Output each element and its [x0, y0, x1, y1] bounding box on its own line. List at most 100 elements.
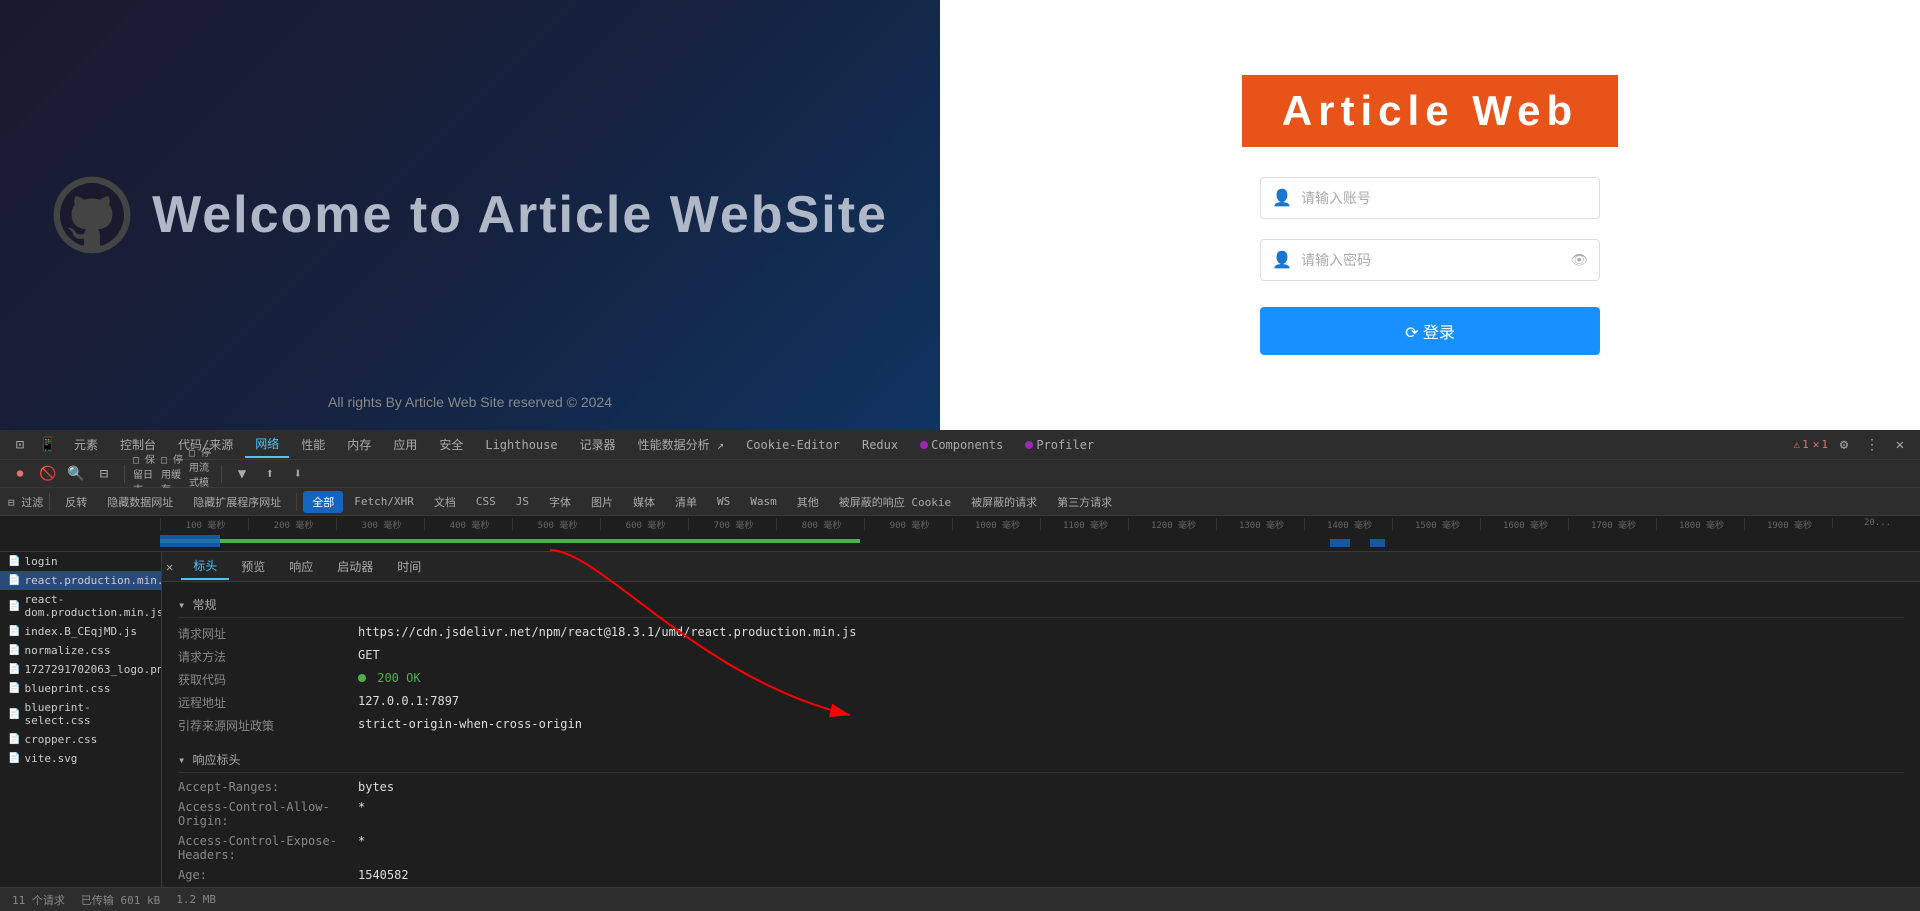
filter-font-btn[interactable]: 字体 — [540, 491, 580, 513]
filter-manifest-btn[interactable]: 清单 — [666, 491, 706, 513]
filter-hide-ext-btn[interactable]: 隐藏扩展程序网址 — [184, 491, 290, 513]
file-item-normalize[interactable]: 📄 normalize.css — [0, 641, 161, 660]
separator2 — [221, 465, 222, 483]
referrer-label: 引荐来源网址政策 — [178, 717, 358, 734]
detail-tab-timing[interactable]: 时间 — [385, 554, 433, 579]
tab-performance[interactable]: 性能 — [291, 432, 335, 457]
tab-network[interactable]: 网络 — [245, 431, 289, 458]
timeline-label-600: 600 毫秒 — [600, 518, 688, 531]
age-value: 1540582 — [358, 868, 1904, 882]
filter-reverse-btn[interactable]: 反转 — [56, 491, 96, 513]
eye-toggle-icon[interactable]: 👁 — [1570, 252, 1588, 269]
login-button[interactable]: ⟳ 登录 — [1260, 307, 1600, 355]
aceh-value: * — [358, 834, 1904, 862]
file-item-react[interactable]: 📄 react.production.min.js — [0, 571, 161, 590]
error-badge: ✕ 1 — [1813, 438, 1828, 451]
doc-icon: 📄 — [8, 575, 20, 586]
filter-toggle-btn[interactable]: ⊟ — [92, 462, 116, 486]
status-bar: 11 个请求 已传输 601 kB 1.2 MB — [0, 887, 1920, 911]
clear-btn[interactable]: 🚫 — [36, 462, 60, 486]
filter-third-party-btn[interactable]: 第三方请求 — [1048, 491, 1121, 513]
inspect-icon[interactable]: ⊡ — [8, 433, 32, 457]
filter-media-btn[interactable]: 媒体 — [624, 491, 664, 513]
detail-tabs: ✕ 标头 预览 响应 启动器 时间 — [162, 552, 1920, 582]
throttle-down-icon[interactable]: ▼ — [230, 462, 254, 486]
filter-blocked-cookie-btn[interactable]: 被屏蔽的响应 Cookie — [830, 491, 960, 513]
request-url-row: 请求网址 https://cdn.jsdelivr.net/npm/react@… — [178, 622, 1904, 645]
timeline-label-1600: 1600 毫秒 — [1480, 518, 1568, 531]
device-icon[interactable]: 📱 — [36, 433, 60, 457]
tab-components[interactable]: Components — [910, 434, 1013, 456]
filter-toolbar: ⊟ 过滤 反转 隐藏数据网址 隐藏扩展程序网址 全部 Fetch/XHR 文档 … — [0, 488, 1920, 516]
tab-recorder[interactable]: 记录器 — [570, 432, 626, 457]
filter-hide-data-btn[interactable]: 隐藏数据网址 — [98, 491, 182, 513]
file-name: blueprint.css — [24, 682, 110, 695]
file-item-logo[interactable]: 📄 1727291702063_logo.png — [0, 660, 161, 679]
welcome-text: Welcome to Article WebSite — [152, 185, 888, 245]
file-name: react.production.min.js — [24, 574, 162, 587]
timeline-label-800: 800 毫秒 — [776, 518, 864, 531]
request-method-row: 请求方法 GET — [178, 645, 1904, 668]
file-item-index[interactable]: 📄 index.B_CEqjMD.js — [0, 622, 161, 641]
doc-icon: 📄 — [8, 709, 20, 720]
file-name: cropper.css — [24, 733, 97, 746]
request-method-label: 请求方法 — [178, 648, 358, 665]
general-section-header: ▾ 常规 — [178, 590, 1904, 618]
search-network-btn[interactable]: 🔍 — [64, 462, 88, 486]
detail-content: ▾ 常规 请求网址 https://cdn.jsdelivr.net/npm/r… — [162, 582, 1920, 887]
filter-doc-btn[interactable]: 文档 — [425, 491, 465, 513]
age-row: Age: 1540582 — [178, 865, 1904, 885]
file-item-blueprint[interactable]: 📄 blueprint.css — [0, 679, 161, 698]
filter-other-btn[interactable]: 其他 — [788, 491, 828, 513]
accept-ranges-row: Accept-Ranges: bytes — [178, 777, 1904, 797]
disable-stream-btn[interactable]: □ 停用流式模式 — [189, 462, 213, 486]
tab-redux[interactable]: Redux — [852, 434, 908, 456]
filter-js-btn[interactable]: JS — [507, 492, 538, 511]
remote-addr-value: 127.0.0.1:7897 — [358, 694, 1904, 711]
tab-lighthouse[interactable]: Lighthouse — [475, 434, 567, 456]
detail-tab-response[interactable]: 响应 — [277, 554, 325, 579]
close-devtools-icon[interactable]: ✕ — [1888, 433, 1912, 457]
tab-cookie-editor[interactable]: Cookie-Editor — [736, 434, 850, 456]
detail-tab-preview[interactable]: 预览 — [229, 554, 277, 579]
filter-img-btn[interactable]: 图片 — [582, 491, 622, 513]
settings-icon[interactable]: ⚙ — [1832, 433, 1856, 457]
filter-fetch-btn[interactable]: Fetch/XHR — [345, 492, 423, 511]
file-item-blueprint-select[interactable]: 📄 blueprint-select.css — [0, 698, 161, 730]
detail-tab-headers[interactable]: 标头 — [181, 553, 229, 580]
filter-sep2 — [296, 493, 297, 511]
password-group: 👤 👁 — [1260, 239, 1600, 281]
tab-perf-insights[interactable]: 性能数据分析 ↗ — [628, 432, 734, 457]
devtools-main-toolbar: ⊡ 📱 元素 控制台 代码/来源 网络 性能 内存 应用 安全 Lighthou… — [0, 430, 1920, 460]
preserve-log-btn[interactable]: □ 保留日志 — [133, 462, 157, 486]
timeline-label-1300: 1300 毫秒 — [1216, 518, 1304, 531]
detail-tab-initiator[interactable]: 启动器 — [325, 554, 385, 579]
file-item-cropper[interactable]: 📄 cropper.css — [0, 730, 161, 749]
filter-ws-btn[interactable]: WS — [708, 492, 739, 511]
tab-memory[interactable]: 内存 — [337, 432, 381, 457]
filter-all-btn[interactable]: 全部 — [303, 491, 343, 513]
tab-application[interactable]: 应用 — [383, 432, 427, 457]
timeline-label-2000: 20... — [1832, 518, 1920, 528]
referrer-row: 引荐来源网址政策 strict-origin-when-cross-origin — [178, 714, 1904, 737]
file-item-vite[interactable]: 📄 vite.svg — [0, 749, 161, 768]
export-icon[interactable]: ⬇ — [286, 462, 310, 486]
disable-cache-btn[interactable]: □ 停用缓存 — [161, 462, 185, 486]
filter-css-btn[interactable]: CSS — [467, 492, 505, 511]
filter-blocked-req-btn[interactable]: 被屏蔽的请求 — [962, 491, 1046, 513]
doc-icon: 📄 — [8, 556, 20, 567]
filter-wasm-btn[interactable]: Wasm — [741, 492, 786, 511]
password-input[interactable] — [1260, 239, 1600, 281]
file-item-react-dom[interactable]: 📄 react-dom.production.min.js — [0, 590, 161, 622]
timeline-label-200: 200 毫秒 — [248, 518, 336, 531]
more-options-icon[interactable]: ⋮ — [1860, 433, 1884, 457]
referrer-value: strict-origin-when-cross-origin — [358, 717, 1904, 734]
record-btn[interactable]: ⏺ — [8, 462, 32, 486]
import-icon[interactable]: ⬆ — [258, 462, 282, 486]
username-input[interactable] — [1260, 177, 1600, 219]
file-item-login[interactable]: 📄 login — [0, 552, 161, 571]
tab-elements[interactable]: 元素 — [64, 432, 108, 457]
close-detail-btn[interactable]: ✕ — [166, 560, 173, 574]
tab-profiler[interactable]: Profiler — [1015, 434, 1104, 456]
tab-security[interactable]: 安全 — [429, 432, 473, 457]
